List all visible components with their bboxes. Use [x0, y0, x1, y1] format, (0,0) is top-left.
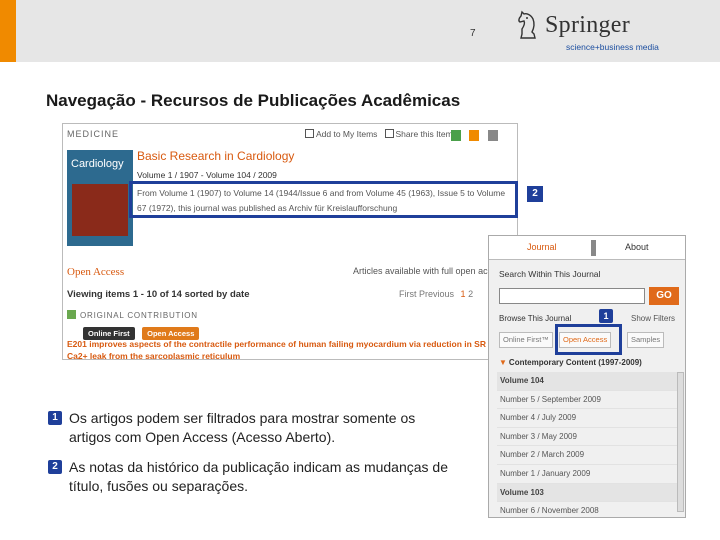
springer-logo: Springer science+business media — [516, 10, 686, 56]
category-label: MEDICINE — [67, 129, 120, 139]
filter-online-first[interactable]: Online First™ — [499, 332, 553, 348]
pager-previous[interactable]: Previous — [419, 289, 454, 299]
export-icon[interactable] — [451, 130, 461, 141]
list-item[interactable]: Number 2 / March 2009 — [497, 446, 677, 465]
search-label: Search Within This Journal — [499, 269, 601, 279]
list-item[interactable]: Number 1 / January 2009 — [497, 465, 677, 484]
list-item[interactable]: Number 3 / May 2009 — [497, 428, 677, 447]
item-actions: Add to My Items Share this Item — [305, 129, 453, 139]
callout-1-marker: 1 — [599, 309, 613, 323]
print-icon[interactable] — [487, 130, 498, 141]
volume-info: Volume 1 / 1907 - Volume 104 / 2009 — [137, 170, 277, 180]
journal-cover: Cardiology — [67, 150, 133, 246]
rss-icon[interactable] — [469, 130, 480, 141]
contemporary-content-toggle[interactable]: ▼ Contemporary Content (1997-2009) — [499, 358, 642, 367]
add-to-my-items-link[interactable]: Add to My Items — [316, 129, 377, 139]
list-item[interactable]: Volume 103 — [497, 483, 677, 503]
article-title-link[interactable]: E201 improves aspects of the contractile… — [67, 338, 497, 359]
chess-knight-icon — [518, 10, 536, 39]
scrollbar[interactable] — [677, 372, 684, 512]
journal-title: Basic Research in Cardiology — [137, 149, 295, 163]
pagination: First Previous 1 2 — [399, 289, 473, 299]
bullet-1-number: 1 — [48, 411, 62, 425]
tab-journal[interactable]: Journal — [527, 242, 557, 252]
go-button[interactable]: GO — [649, 287, 679, 305]
tab-divider — [591, 240, 596, 256]
search-input[interactable] — [499, 288, 645, 304]
bullet-2-text: As notas da histórico da publicação indi… — [69, 459, 448, 494]
filter-samples[interactable]: Samples — [627, 332, 665, 348]
contribution-label: ORIGINAL CONTRIBUTION — [80, 311, 198, 320]
bullet-2-number: 2 — [48, 460, 62, 474]
open-access-heading: Open Access — [67, 266, 125, 278]
browse-label: Browse This Journal — [499, 314, 572, 323]
slide-title: Navegação - Recursos de Publicações Acad… — [46, 91, 461, 110]
open-access-square-icon — [67, 310, 76, 319]
open-access-highlight-box — [555, 324, 622, 355]
list-item[interactable]: Number 6 / November 2008 — [497, 502, 677, 517]
volume-list: Volume 104 Number 5 / September 2009 Num… — [497, 372, 677, 517]
brand-name: Springer — [545, 12, 631, 38]
list-item[interactable]: Volume 104 — [497, 372, 677, 391]
tab-about[interactable]: About — [625, 242, 649, 252]
brand-tagline: science+business media — [566, 42, 659, 52]
results-count: Viewing items 1 - 10 of 14 sorted by dat… — [67, 289, 250, 300]
share-this-item-link[interactable]: Share this Item — [396, 129, 453, 139]
toolbar-icons — [451, 128, 502, 146]
history-highlight-box — [129, 181, 518, 218]
pager-next[interactable]: 2 — [468, 289, 473, 299]
journal-sidebar-screenshot: Journal About Search Within This Journal… — [488, 235, 686, 518]
header-bar: 7 Springer science+business media — [0, 0, 720, 62]
show-filters-link[interactable]: Show Filters — [631, 314, 675, 323]
callout-2-marker: 2 — [527, 186, 543, 202]
share-icon — [384, 129, 394, 138]
cover-image — [72, 184, 128, 236]
add-item-icon — [305, 129, 314, 138]
sidebar-tabs: Journal About — [489, 236, 685, 260]
list-item[interactable]: Number 4 / July 2009 — [497, 409, 677, 428]
contribution-type: ORIGINAL CONTRIBUTION — [67, 310, 198, 320]
cover-title: Cardiology — [71, 158, 124, 170]
contemporary-label: Contemporary Content (1997-2009) — [508, 358, 642, 367]
journal-page-screenshot: MEDICINE Add to My Items Share this Item… — [62, 123, 518, 360]
triangle-down-icon: ▼ — [499, 358, 507, 367]
bullet-1-text: Os artigos podem ser filtrados para most… — [69, 410, 416, 445]
page-number: 7 — [470, 28, 476, 39]
list-item[interactable]: Number 5 / September 2009 — [497, 391, 677, 410]
accent-stripe — [0, 0, 16, 62]
articles-available-text: Articles available with full open access — [353, 266, 507, 276]
pager-first[interactable]: First — [399, 289, 417, 299]
pager-current: 1 — [460, 289, 466, 299]
